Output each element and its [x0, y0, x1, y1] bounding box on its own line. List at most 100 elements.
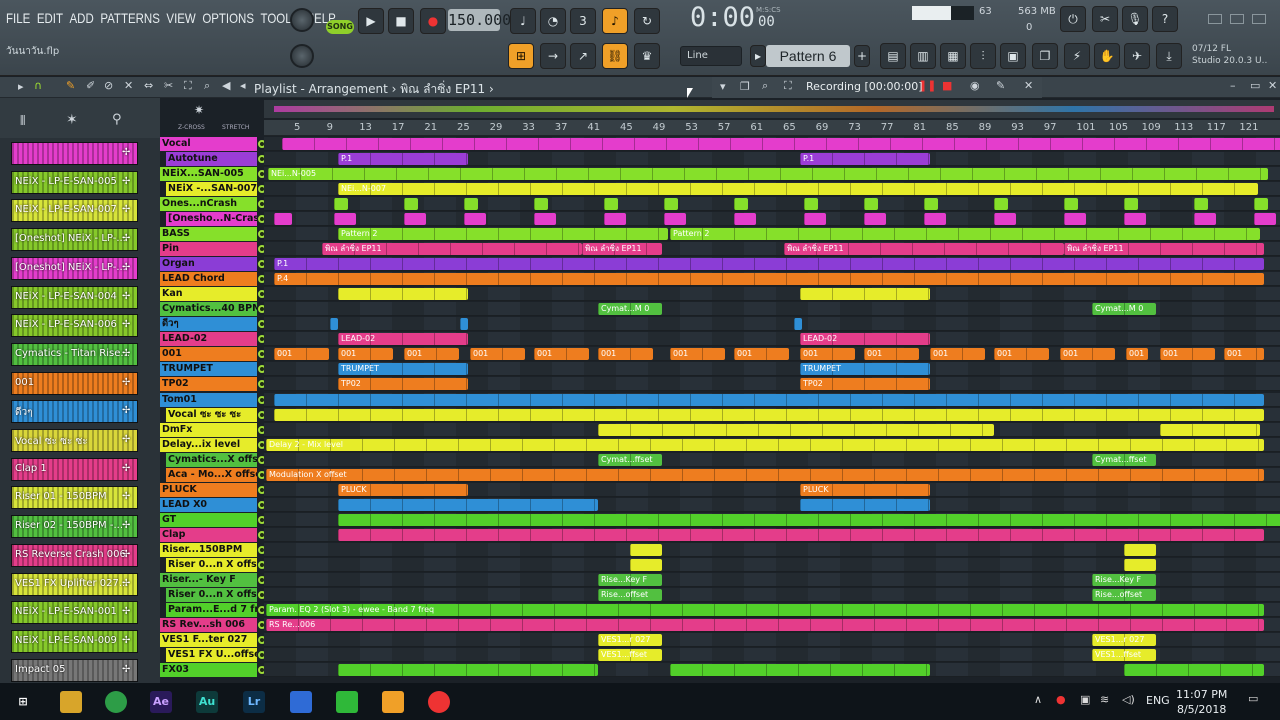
windows-icon[interactable]: ❐ [740, 80, 750, 93]
pattern-clip[interactable] [334, 198, 348, 211]
pattern-clip[interactable] [664, 198, 678, 211]
pattern-clip[interactable]: Cymat...M 0 [598, 303, 662, 316]
snap-select[interactable]: Line [680, 46, 742, 66]
touch-icon[interactable]: ✋ [1094, 43, 1120, 69]
track-name[interactable]: Riser 0...n X offset [166, 557, 257, 572]
browser-item[interactable]: NEiX - LP-E-SAN-007 ✢ [11, 199, 138, 223]
browser-item[interactable]: Clap 1 ✢ [11, 457, 138, 481]
fl-studio-icon[interactable] [382, 691, 404, 713]
track-lane[interactable]: P.4 [264, 272, 1280, 287]
track-lane[interactable]: TRUMPET TRUMPET [264, 362, 1280, 377]
pattern-clip[interactable]: 001 [930, 348, 985, 361]
browser-item[interactable]: NEiX - LP-E-SAN-005 ✢ [11, 170, 138, 194]
track-name[interactable]: Organ [160, 257, 257, 272]
drag-handle-icon[interactable]: ✢ [122, 348, 130, 359]
track-lane[interactable]: NEi...N-005 [264, 167, 1280, 182]
pattern-clip[interactable] [604, 213, 626, 226]
tray-record-icon[interactable]: ● [1056, 693, 1066, 706]
line-icon[interactable] [336, 691, 358, 713]
track-lane[interactable] [264, 407, 1280, 422]
pattern-clip[interactable] [1254, 198, 1268, 211]
track-name[interactable]: FX03 [160, 663, 257, 678]
drag-handle-icon[interactable]: ✢ [122, 664, 130, 675]
pattern-clip[interactable] [924, 213, 946, 226]
track-lane[interactable] [264, 422, 1280, 437]
language-indicator[interactable]: ENG [1146, 694, 1170, 707]
maximize-icon[interactable] [1230, 14, 1244, 24]
track-name[interactable]: Autotune [166, 152, 257, 167]
track-lane[interactable]: Modulation X offset [264, 467, 1280, 482]
file-explorer-icon[interactable] [60, 691, 82, 713]
pattern-clip[interactable] [1124, 664, 1264, 677]
pattern-prev-icon[interactable]: ▸ [750, 45, 766, 67]
track-name[interactable]: Delay...ix level [160, 437, 257, 452]
pattern-clip[interactable]: 001 [800, 348, 855, 361]
stop-button[interactable]: ■ [388, 8, 414, 34]
pattern-clip[interactable]: 001 [994, 348, 1049, 361]
drag-handle-icon[interactable]: ✢ [122, 262, 130, 273]
browser-item[interactable]: Vocal ซะ ซะ ซะ ✢ [11, 429, 138, 452]
pattern-clip[interactable] [800, 288, 930, 301]
pattern-clip[interactable] [1124, 543, 1156, 556]
drag-handle-icon[interactable]: ✢ [122, 606, 130, 617]
playlist-minimize-icon[interactable]: – [1230, 79, 1236, 92]
drag-handle-icon[interactable]: ✢ [122, 491, 130, 502]
track-name[interactable]: BASS [160, 227, 257, 242]
track-lane[interactable]: Param. EQ 2 (Slot 3) - ewee - Band 7 fre… [264, 602, 1280, 617]
add-pattern-icon[interactable]: + [854, 45, 870, 67]
browser-link-icon[interactable]: ⚲ [112, 112, 122, 127]
track-lane[interactable] [264, 663, 1280, 678]
track-name[interactable]: Ones...nCrash [160, 197, 257, 212]
pattern-clip[interactable]: VES1...ffset [598, 649, 662, 662]
snap-icon[interactable]: ⊞ [508, 43, 534, 69]
pattern-selector[interactable]: Pattern 6 [766, 45, 850, 67]
browser-item[interactable]: ดีวๆ ✢ [11, 400, 138, 424]
microphone-icon[interactable]: 🎙 [1122, 6, 1148, 32]
pattern-clip[interactable] [1194, 213, 1216, 226]
stamp-icon[interactable]: ♛ [634, 43, 660, 69]
track-lane[interactable]: VES1...ffset VES1...ffset [264, 648, 1280, 663]
track-name[interactable]: Vocal ซะ ซะ ซะ [166, 407, 257, 422]
pattern-clip[interactable]: PLUCK [800, 483, 930, 496]
loop-record-icon[interactable]: ↻ [634, 8, 660, 34]
track-lane[interactable]: Rise...offset Rise...offset [264, 587, 1280, 602]
browser-menu-icon[interactable]: ⫴ [20, 114, 25, 129]
pattern-clip[interactable] [338, 288, 468, 301]
pattern-clip[interactable] [274, 408, 1264, 421]
drag-handle-icon[interactable]: ✢ [122, 434, 130, 445]
pattern-clip[interactable] [664, 213, 686, 226]
track-lane[interactable] [264, 557, 1280, 572]
countdown-icon[interactable]: 3 [570, 8, 596, 34]
plugin-picker-icon[interactable]: ⚡ [1064, 43, 1090, 69]
track-lane[interactable] [264, 317, 1280, 332]
track-name[interactable]: Aca - Mo...X offset [166, 467, 257, 482]
pattern-clip[interactable] [804, 198, 818, 211]
mixer-icon[interactable]: ⫶ [970, 43, 996, 69]
playlist-close-icon[interactable]: ✕ [1268, 79, 1277, 92]
pattern-clip[interactable]: PLUCK [338, 483, 468, 496]
track-lane[interactable]: LEAD-02 LEAD-02 [264, 332, 1280, 347]
arrow-icon[interactable]: → [540, 43, 566, 69]
track-lane[interactable] [264, 392, 1280, 407]
track-name[interactable]: Vocal [160, 137, 257, 151]
track-name[interactable]: NEiX...SAN-005 [160, 167, 257, 182]
pattern-clip[interactable]: Rise...Key F [598, 573, 662, 586]
track-lane[interactable]: Cymat...M 0 Cymat...M 0 [264, 302, 1280, 317]
draw-tool-icon[interactable]: ✎ [66, 79, 75, 92]
pattern-clip[interactable]: 001 [734, 348, 789, 361]
dropdown-icon[interactable]: ▾ [720, 80, 726, 93]
plugin-icon[interactable]: ▣ [1000, 43, 1026, 69]
pattern-clip[interactable] [864, 198, 878, 211]
pattern-clip[interactable] [274, 213, 292, 226]
browser-item[interactable]: NEiX - LP-E-SAN-004 ✢ [11, 285, 138, 309]
pattern-clip[interactable]: 001 [864, 348, 919, 361]
pattern-clip[interactable]: LEAD-02 [338, 333, 468, 346]
track-name[interactable]: LEAD X0 [160, 497, 257, 512]
drag-handle-icon[interactable]: ✢ [122, 176, 130, 187]
track-name[interactable]: 001 [160, 347, 257, 362]
track-name[interactable]: VES1 FX U...offset [166, 648, 257, 663]
pattern-clip[interactable] [734, 198, 748, 211]
track-lane[interactable]: P.1 [264, 257, 1280, 272]
pattern-clip[interactable]: 001 [274, 348, 329, 361]
pattern-clip[interactable]: 001 [404, 348, 459, 361]
